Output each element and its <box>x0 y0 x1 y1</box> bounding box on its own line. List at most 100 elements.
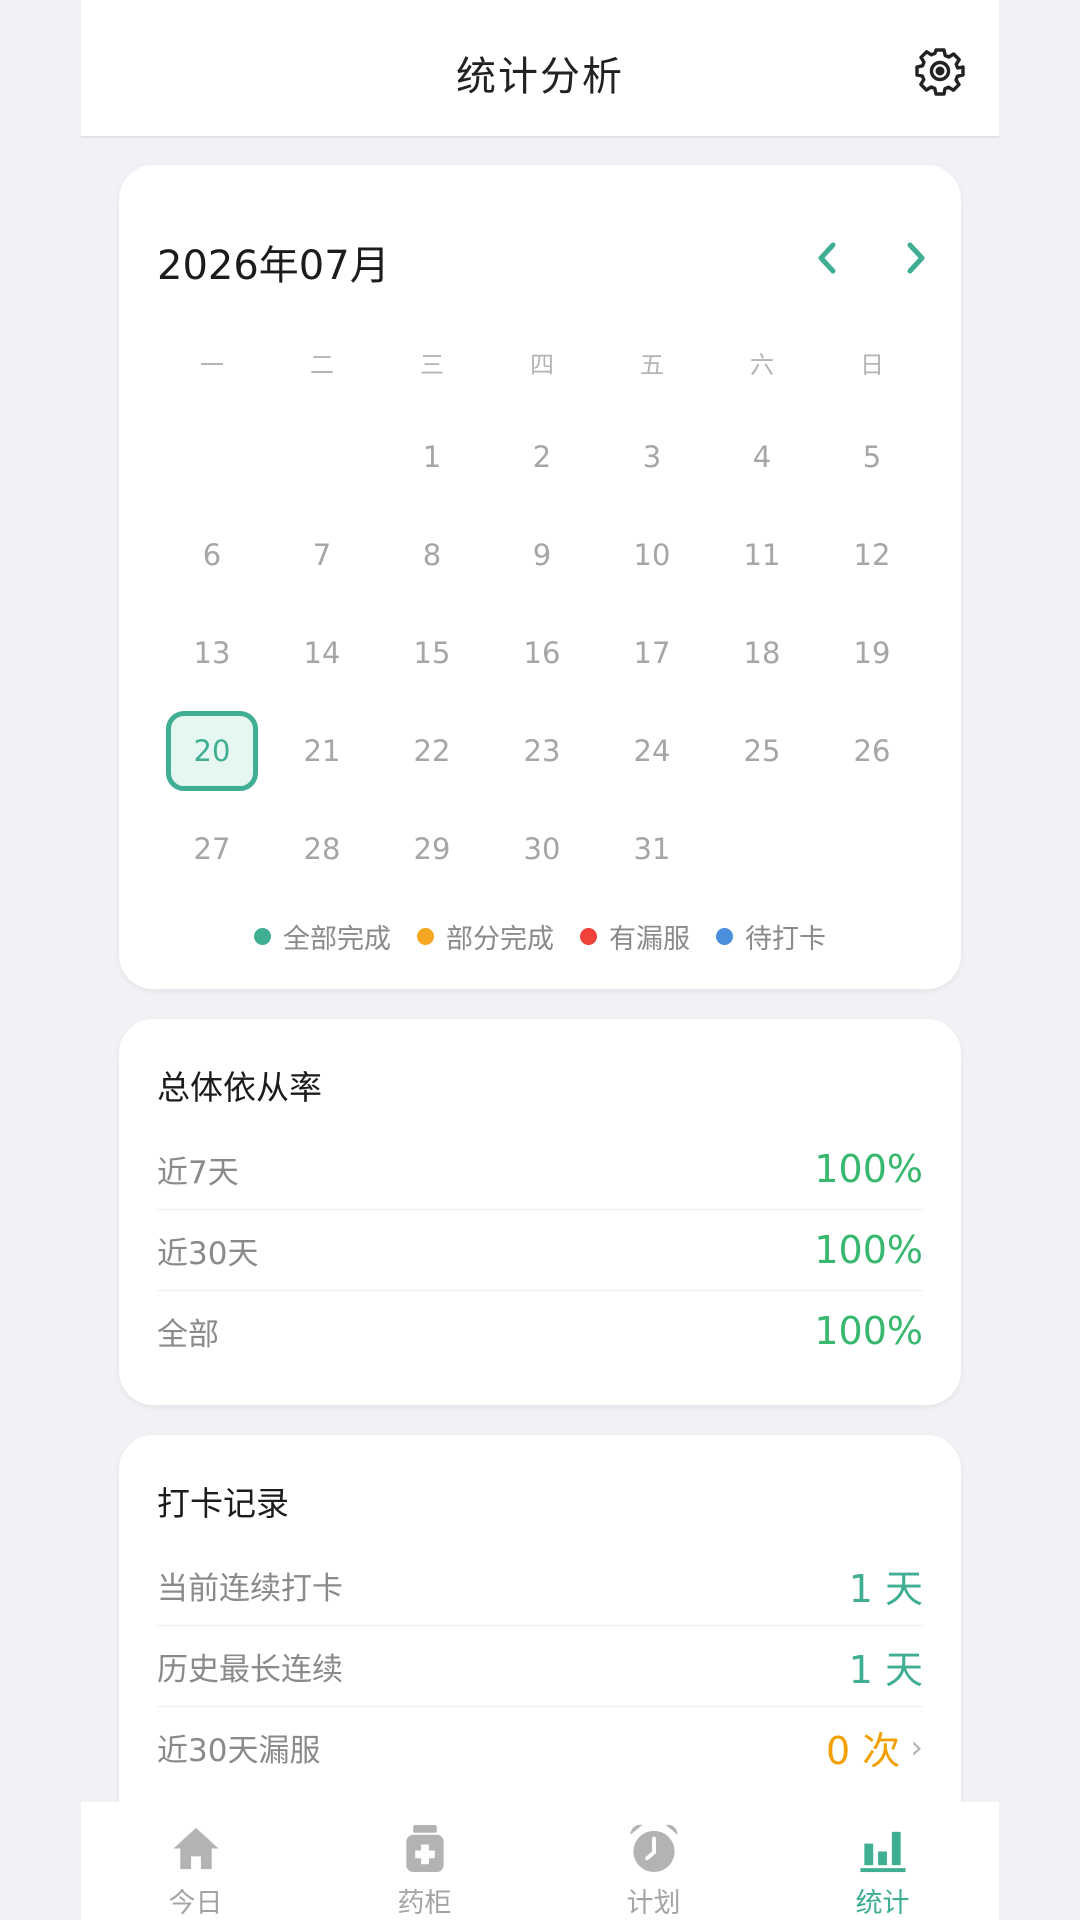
calendar-day[interactable]: 29 <box>377 800 487 898</box>
calendar-day[interactable]: 10 <box>597 506 707 604</box>
calendar-day[interactable]: 8 <box>377 506 487 604</box>
calendar-day[interactable]: 24 <box>597 702 707 800</box>
calendar-card: 2026年07月 一 二 三 四 五 六 日 1 2 3 4 5 6 7 8 9 10 11 12 13… <box>119 165 961 989</box>
calendar-day[interactable]: 14 <box>267 604 377 702</box>
calendar-empty-cell <box>157 408 267 506</box>
day-number: 6 <box>202 538 222 572</box>
day-number: 17 <box>633 636 671 670</box>
calendar-day[interactable]: 15 <box>377 604 487 702</box>
adherence-row-all: 全部 100% <box>157 1291 923 1371</box>
day-number: 28 <box>303 832 341 866</box>
day-number: 31 <box>633 832 671 866</box>
day-number: 23 <box>523 734 561 768</box>
calendar-day[interactable]: 16 <box>487 604 597 702</box>
stat-value: 0 次 <box>825 1728 901 1773</box>
day-number: 14 <box>303 636 341 670</box>
day-number: 21 <box>303 734 341 768</box>
day-number: 24 <box>633 734 671 768</box>
stat-value: 1 天 <box>848 1566 923 1611</box>
day-number: 29 <box>413 832 451 866</box>
calendar-day[interactable]: 17 <box>597 604 707 702</box>
calendar-day[interactable]: 23 <box>487 702 597 800</box>
day-number: 13 <box>193 636 231 670</box>
tab-cabinet[interactable]: 药柜 <box>310 1802 539 1920</box>
legend-dot-icon <box>254 928 271 945</box>
stat-value: 100% <box>814 1147 923 1191</box>
calendar-day[interactable]: 31 <box>597 800 707 898</box>
day-number: 5 <box>862 440 882 474</box>
home-icon <box>172 1827 219 1870</box>
next-month-chevron-right-icon[interactable] <box>891 233 941 283</box>
settings-gear-icon[interactable] <box>915 46 965 96</box>
calendar-day[interactable]: 27 <box>157 800 267 898</box>
calendar-day[interactable]: 21 <box>267 702 377 800</box>
calendar-day-selected[interactable]: 20 <box>157 702 267 800</box>
calendar-day[interactable]: 5 <box>817 408 927 506</box>
calendar-day[interactable]: 13 <box>157 604 267 702</box>
calendar-day[interactable]: 7 <box>267 506 377 604</box>
calendar-day[interactable]: 12 <box>817 506 927 604</box>
day-number: 11 <box>743 538 781 572</box>
tab-today[interactable]: 今日 <box>81 1802 310 1920</box>
prev-month-chevron-left-icon[interactable] <box>802 233 852 283</box>
missed-doses-row[interactable]: 近30天漏服 0 次 › <box>157 1707 923 1787</box>
month-title: 2026年07月 <box>157 243 390 289</box>
calendar-day[interactable]: 2 <box>487 408 597 506</box>
legend-item-all-done: 全部完成 <box>254 917 391 956</box>
records-title: 打卡记录 <box>157 1484 289 1523</box>
weekday-header: 一 二 三 四 五 六 日 <box>157 345 927 385</box>
calendar-day[interactable]: 18 <box>707 604 817 702</box>
status-legend: 全部完成 部分完成 有漏服 待打卡 <box>119 917 961 956</box>
calendar-day[interactable]: 26 <box>817 702 927 800</box>
tab-label: 计划 <box>626 1888 681 1919</box>
bottom-tab-bar: 今日 药柜 计划 统计 <box>81 1802 999 1920</box>
calendar-day[interactable]: 6 <box>157 506 267 604</box>
alarm-clock-icon <box>629 1824 678 1873</box>
day-number: 9 <box>532 538 552 572</box>
tab-label: 药柜 <box>397 1888 452 1919</box>
calendar-day[interactable]: 22 <box>377 702 487 800</box>
legend-dot-icon <box>417 928 434 945</box>
day-number: 27 <box>193 832 231 866</box>
medicine-cabinet-icon <box>405 1824 444 1873</box>
calendar-day[interactable]: 3 <box>597 408 707 506</box>
calendar-day[interactable]: 11 <box>707 506 817 604</box>
weekday-label: 日 <box>860 351 884 379</box>
tab-plan[interactable]: 计划 <box>539 1802 768 1920</box>
day-number: 25 <box>743 734 781 768</box>
legend-label: 待打卡 <box>745 924 826 955</box>
day-number: 2 <box>532 440 552 474</box>
weekday-label: 五 <box>640 351 664 379</box>
weekday-label: 四 <box>530 351 554 379</box>
adherence-card: 总体依从率 近7天 100% 近30天 100% 全部 100% <box>119 1019 961 1405</box>
adherence-title: 总体依从率 <box>157 1068 322 1107</box>
day-number: 10 <box>633 538 671 572</box>
checkin-records-card: 打卡记录 当前连续打卡 1 天 历史最长连续 1 天 近30天漏服 0 次 › <box>119 1435 961 1835</box>
day-number: 18 <box>743 636 781 670</box>
app-screen: 统计分析 2026年07月 一 二 三 四 五 六 日 1 2 3 4 5 6 … <box>81 0 999 1920</box>
calendar-day[interactable]: 25 <box>707 702 817 800</box>
stat-label: 当前连续打卡 <box>157 1570 343 1607</box>
legend-label: 全部完成 <box>283 924 391 955</box>
calendar-day[interactable]: 30 <box>487 800 597 898</box>
weekday-label: 六 <box>750 351 774 379</box>
weekday-label: 一 <box>200 351 224 379</box>
calendar-day[interactable]: 4 <box>707 408 817 506</box>
stat-value: 100% <box>814 1309 923 1353</box>
tab-stats[interactable]: 统计 <box>768 1802 997 1920</box>
page-title: 统计分析 <box>456 54 624 100</box>
calendar-day[interactable]: 1 <box>377 408 487 506</box>
day-number: 7 <box>312 538 332 572</box>
calendar-day[interactable]: 19 <box>817 604 927 702</box>
calendar-day[interactable]: 9 <box>487 506 597 604</box>
legend-item-partial: 部分完成 <box>417 917 554 956</box>
stat-value: 100% <box>814 1228 923 1272</box>
day-number: 8 <box>422 538 442 572</box>
day-number: 1 <box>422 440 442 474</box>
stat-label: 全部 <box>157 1316 219 1353</box>
day-number: 22 <box>413 734 451 768</box>
day-number: 30 <box>523 832 561 866</box>
stat-label: 近30天 <box>157 1235 259 1272</box>
calendar-day[interactable]: 28 <box>267 800 377 898</box>
stat-label: 历史最长连续 <box>157 1651 343 1688</box>
